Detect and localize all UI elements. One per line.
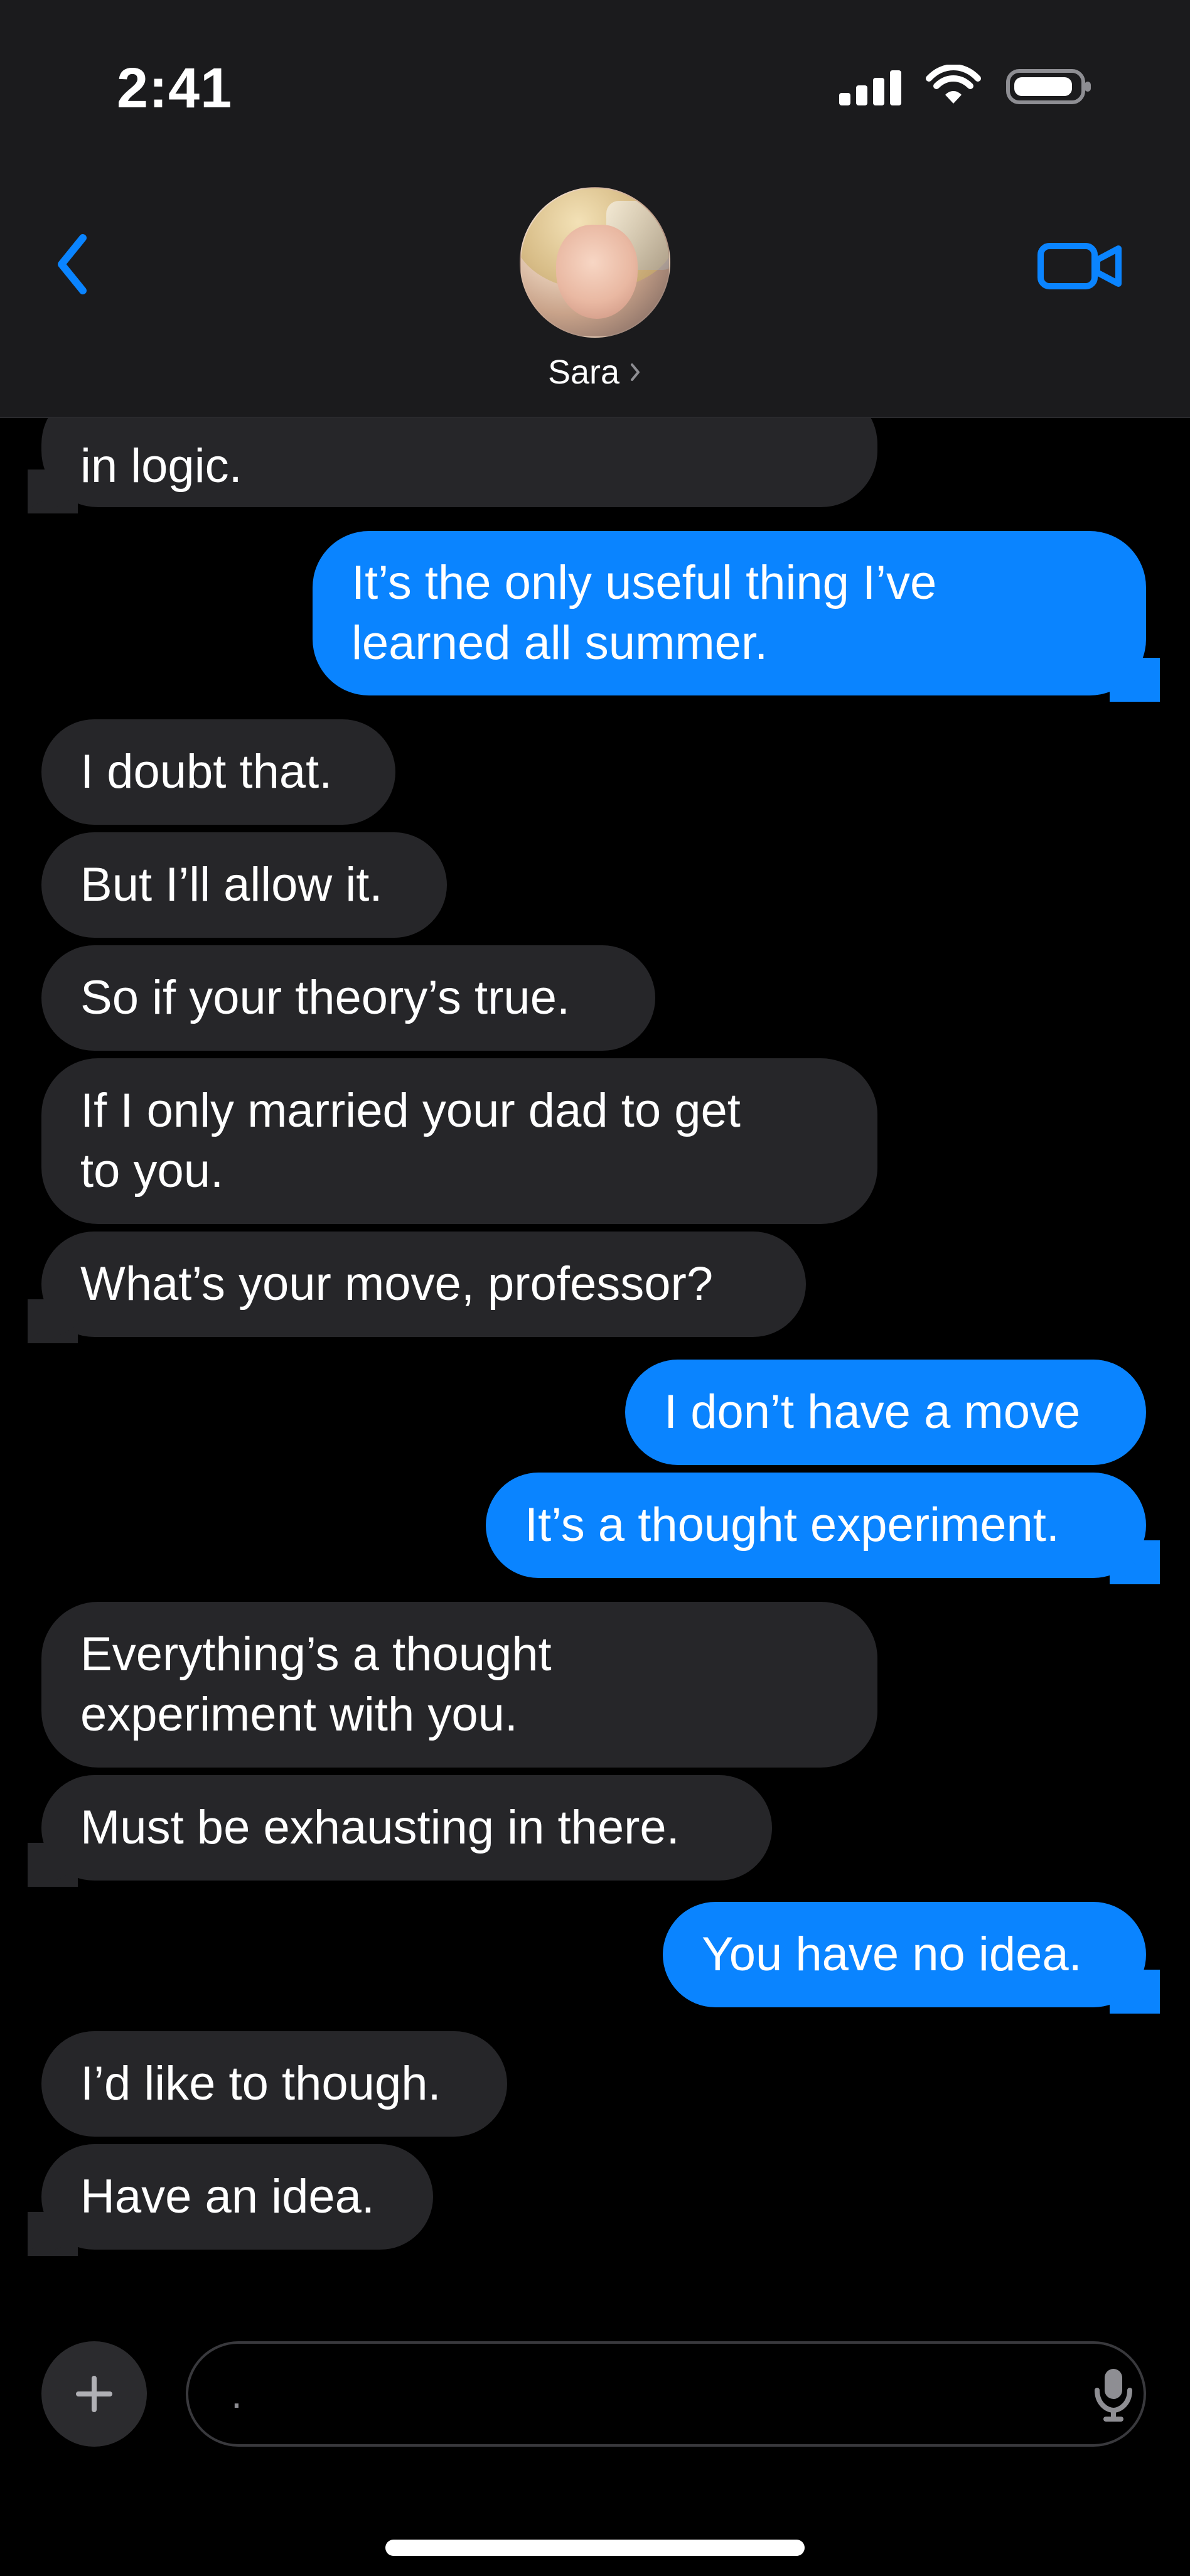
message-input[interactable] [186, 2341, 1146, 2447]
message-bubble-incoming[interactable]: I’d like to though. [41, 2031, 507, 2137]
message-bubble-outgoing[interactable]: I don’t have a move [625, 1360, 1146, 1465]
status-time: 2:41 [117, 57, 233, 120]
back-button[interactable] [45, 230, 102, 299]
bubble-tail-icon [1110, 658, 1160, 702]
avatar-face [556, 225, 638, 319]
message-text: So if your theory’s true. [80, 971, 571, 1024]
video-call-icon [1037, 243, 1122, 289]
message-bubble-incoming[interactable]: What’s your move, professor? [28, 1232, 806, 1343]
contact-name-button[interactable]: Sara [0, 353, 1190, 392]
message-text: It’s the only useful thing I’ve learned … [351, 556, 937, 670]
message-bubble-incoming[interactable]: Have an idea. [28, 2144, 433, 2256]
bubble-tail-icon [28, 1843, 78, 1887]
contact-avatar[interactable] [520, 187, 670, 338]
message-bubble-outgoing[interactable]: It’s the only useful thing I’ve learned … [313, 531, 1160, 702]
wifi-icon [926, 65, 981, 104]
message-text: I’d like to though. [80, 2057, 441, 2110]
battery-icon [1006, 69, 1091, 104]
message-text: I doubt that. [80, 745, 333, 798]
message-bubble-incoming[interactable]: So if your theory’s true. [41, 945, 655, 1051]
message-bubble-incoming[interactable]: Everything’s a thought experiment with y… [41, 1602, 877, 1768]
microphone-icon[interactable] [1091, 2365, 1136, 2423]
message-bubble-incoming[interactable]: If I only married your dad to get to you… [41, 1058, 877, 1224]
message-text: If I only married your dad to get to you… [80, 1084, 741, 1198]
message-bubble-incoming[interactable]: But I’ll allow it. [41, 832, 447, 938]
message-bubble-outgoing[interactable]: It’s a thought experiment. [486, 1473, 1160, 1584]
video-call-button[interactable] [1036, 235, 1123, 298]
message-composer [0, 2316, 1190, 2473]
message-bubble-outgoing[interactable]: You have no idea. [663, 1902, 1160, 2014]
message-text: But I’ll allow it. [80, 858, 383, 911]
chevron-right-icon [631, 363, 640, 381]
message-text: You have no idea. [702, 1928, 1082, 1981]
plus-icon [76, 2376, 112, 2412]
bubble-tail-icon [28, 470, 78, 513]
message-text: in logic. [80, 439, 242, 493]
conversation-header: 2:41 Sara [0, 0, 1190, 418]
bubble-tail-icon [28, 2212, 78, 2256]
message-text: What’s your move, professor? [80, 1257, 714, 1311]
signal-icon [839, 68, 901, 105]
message-text: Have an idea. [80, 2170, 375, 2223]
message-text: Everything’s a thought experiment with y… [80, 1628, 552, 1741]
chevron-left-icon [58, 234, 87, 294]
status-icons [839, 65, 1093, 109]
bubble-tail-icon [1110, 1970, 1160, 2014]
plus-button[interactable] [41, 2341, 147, 2447]
message-bubble-incoming[interactable]: Must be exhausting in there. [28, 1775, 772, 1887]
contact-name: Sara [547, 353, 620, 391]
message-text: It’s a thought experiment. [525, 1498, 1059, 1552]
message-text: Must be exhausting in there. [80, 1801, 680, 1854]
message-bubble-incoming[interactable]: I doubt that. [41, 719, 395, 825]
bubble-tail-icon [28, 1299, 78, 1343]
message-text: I don’t have a move [664, 1385, 1081, 1439]
home-indicator [385, 2540, 805, 2556]
bubble-tail-icon [1110, 1540, 1160, 1584]
